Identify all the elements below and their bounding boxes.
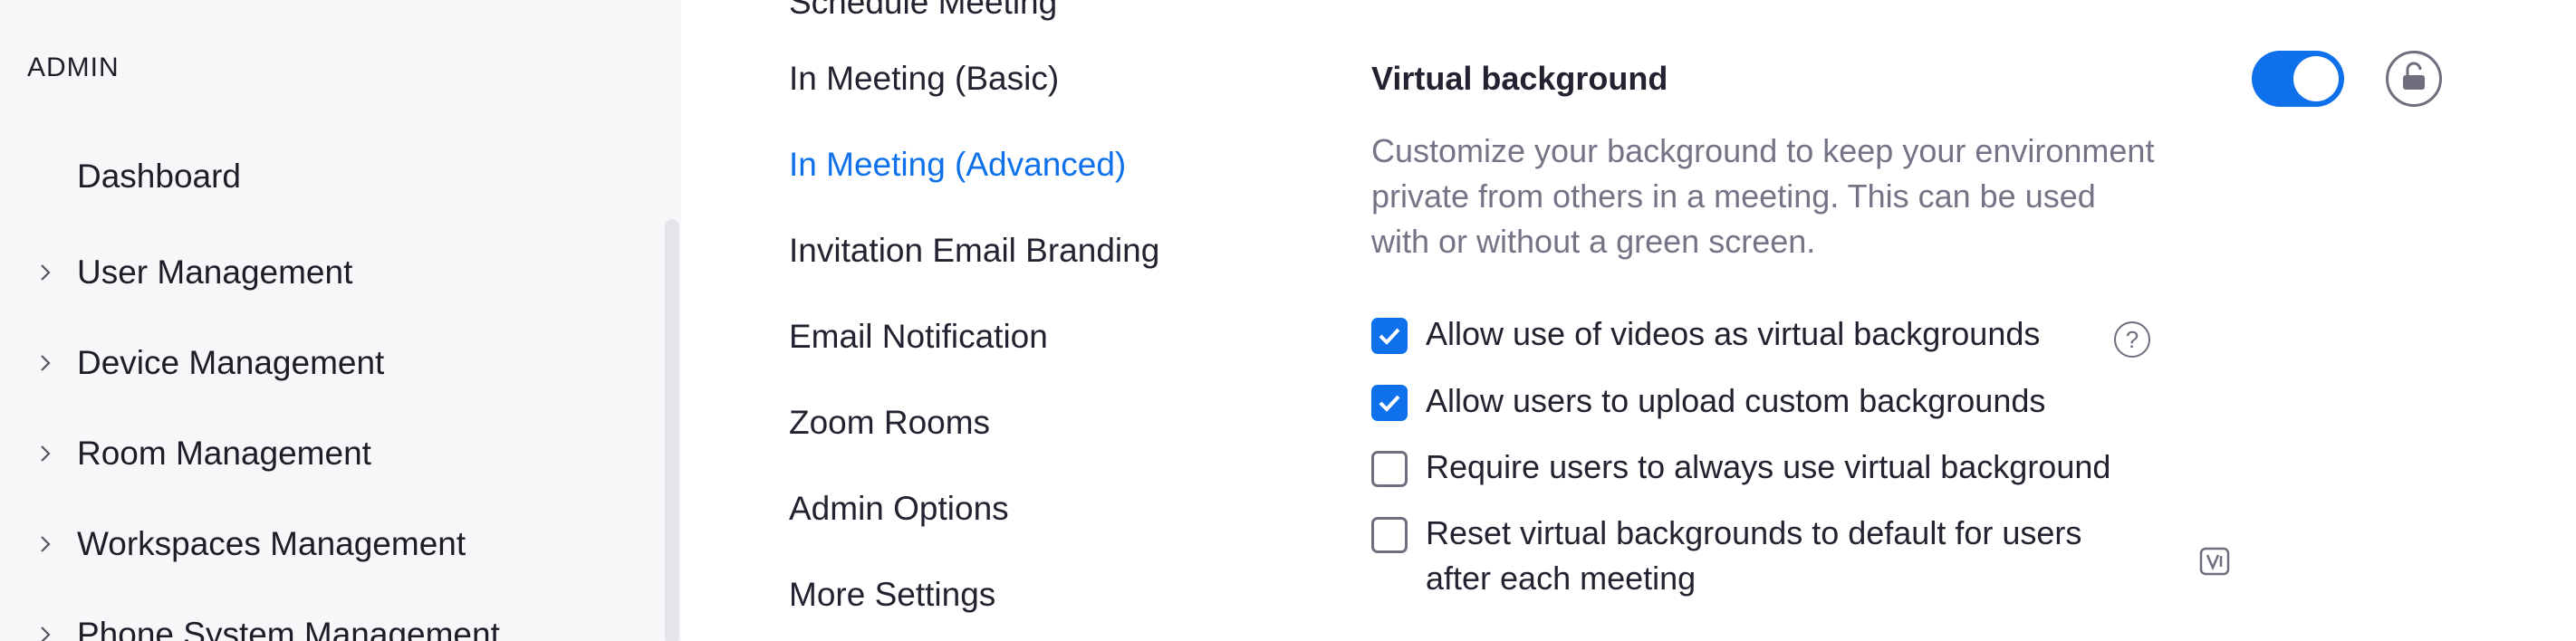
tab-in-meeting-advanced[interactable]: In Meeting (Advanced)	[789, 146, 1126, 184]
tab-invitation-email-branding[interactable]: Invitation Email Branding	[789, 232, 1159, 270]
checkmark-icon	[1379, 395, 1400, 412]
toggle-knob	[2293, 56, 2339, 101]
sidebar-item-label: Device Management	[77, 344, 385, 381]
admin-sidebar: ADMIN Dashboard User Management Device M…	[0, 0, 681, 641]
option-label-line: Reset virtual backgrounds to default for…	[1426, 514, 2082, 551]
option-label-line: after each meeting	[1426, 560, 1697, 597]
option-label: Allow users to upload custom backgrounds	[1426, 382, 2046, 419]
tab-zoom-rooms[interactable]: Zoom Rooms	[789, 404, 990, 442]
chevron-right-icon	[34, 262, 56, 283]
sidebar-item-label: Phone System Management	[77, 616, 500, 641]
option-allow-video-backgrounds: Allow use of videos as virtual backgroun…	[1371, 315, 2040, 357]
sidebar-scrollbar[interactable]	[665, 219, 679, 641]
unlock-icon	[2398, 61, 2429, 98]
tab-email-notification[interactable]: Email Notification	[789, 318, 1048, 356]
chevron-right-icon	[34, 352, 56, 374]
description-line: private from others in a meeting. This c…	[1371, 177, 2096, 215]
checkmark-icon	[1379, 328, 1400, 345]
option-label: Require users to always use virtual back…	[1426, 448, 2111, 485]
sidebar-item-room-management[interactable]: Room Management	[0, 422, 652, 485]
sidebar-heading: ADMIN	[27, 53, 120, 82]
sidebar-item-label: Workspaces Management	[77, 525, 466, 562]
option-label: Reset virtual backgrounds to default for…	[1426, 511, 2081, 601]
version-icon[interactable]	[2199, 547, 2230, 576]
sidebar-item-dashboard[interactable]: Dashboard	[77, 158, 241, 196]
help-icon[interactable]: ?	[2114, 321, 2150, 358]
option-require-virtual-background: Require users to always use virtual back…	[1371, 448, 2110, 490]
tab-schedule-meeting[interactable]: Schedule Meeting	[789, 0, 1057, 22]
checkbox[interactable]	[1371, 318, 1408, 354]
chevron-right-icon	[34, 624, 56, 641]
sidebar-item-workspaces-management[interactable]: Workspaces Management	[0, 512, 652, 576]
tab-in-meeting-basic[interactable]: In Meeting (Basic)	[789, 60, 1059, 98]
checkbox[interactable]	[1371, 451, 1408, 487]
sidebar-item-label: User Management	[77, 254, 353, 291]
tab-more-settings[interactable]: More Settings	[789, 576, 995, 614]
setting-title: Virtual background	[1371, 60, 1668, 97]
chevron-right-icon	[34, 443, 56, 464]
sidebar-item-phone-system-management[interactable]: Phone System Management	[0, 603, 652, 641]
option-allow-upload-backgrounds: Allow users to upload custom backgrounds	[1371, 382, 2045, 424]
help-glyph: ?	[2125, 325, 2139, 353]
sidebar-item-label: Room Management	[77, 435, 371, 472]
sidebar-item-user-management[interactable]: User Management	[0, 241, 652, 304]
chevron-right-icon	[34, 533, 56, 555]
lock-button[interactable]	[2386, 51, 2442, 107]
setting-description: Customize your background to keep your e…	[1371, 129, 2286, 264]
tab-admin-options[interactable]: Admin Options	[789, 490, 1009, 528]
sidebar-item-device-management[interactable]: Device Management	[0, 331, 652, 395]
option-reset-virtual-backgrounds: Reset virtual backgrounds to default for…	[1371, 514, 2081, 601]
virtual-background-toggle[interactable]	[2252, 51, 2344, 107]
option-label: Allow use of videos as virtual backgroun…	[1426, 315, 2041, 352]
description-line: Customize your background to keep your e…	[1371, 132, 2155, 169]
checkbox[interactable]	[1371, 517, 1408, 553]
description-line: with or without a green screen.	[1371, 223, 1816, 260]
checkbox[interactable]	[1371, 385, 1408, 421]
